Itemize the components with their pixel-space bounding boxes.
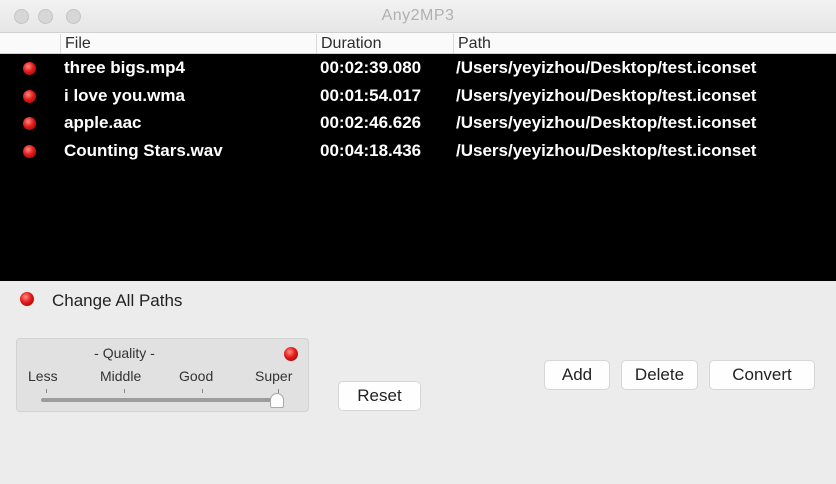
file-name-cell: three bigs.mp4 <box>64 58 185 77</box>
quality-label-middle: Middle <box>100 368 142 384</box>
column-header-path[interactable]: Path <box>453 34 491 53</box>
status-dot-icon <box>23 62 36 75</box>
file-name-cell: Counting Stars.wav <box>64 140 223 160</box>
duration-cell: 00:02:39.080 <box>320 58 422 77</box>
table-row[interactable]: three bigs.mp4 00:02:39.080 /Users/yeyiz… <box>0 54 836 82</box>
quality-label-good: Good <box>179 368 214 384</box>
quality-slider-track[interactable] <box>41 398 279 402</box>
reset-button[interactable]: Reset <box>338 381 421 411</box>
table-row[interactable]: Counting Stars.wav 00:04:18.436 /Users/y… <box>0 137 836 165</box>
file-table[interactable]: File Duration Path three bigs.mp4 00:02:… <box>0 33 836 281</box>
table-row[interactable]: apple.aac 00:02:46.626 /Users/yeyizhou/D… <box>0 109 836 137</box>
file-name-cell: apple.aac <box>64 113 142 132</box>
slider-tick <box>202 389 203 393</box>
add-button[interactable]: Add <box>544 360 610 390</box>
change-all-paths-label[interactable]: Change All Paths <box>52 291 182 311</box>
column-header-file[interactable]: File <box>60 34 91 53</box>
table-rows: three bigs.mp4 00:02:39.080 /Users/yeyiz… <box>0 54 836 164</box>
column-header-duration[interactable]: Duration <box>316 34 381 53</box>
file-name-cell: i love you.wma <box>64 85 185 105</box>
quality-label-super: Super <box>255 368 293 384</box>
path-cell: /Users/yeyizhou/Desktop/test.iconset <box>456 85 757 105</box>
quality-slider-thumb[interactable] <box>270 393 284 408</box>
status-dot-icon <box>23 89 36 103</box>
quality-panel: - Quality - Less Middle Good Super <box>16 338 309 412</box>
slider-tick <box>124 389 125 393</box>
quality-indicator-icon <box>284 347 298 361</box>
status-dot-icon <box>23 144 36 158</box>
delete-button[interactable]: Delete <box>621 360 698 390</box>
slider-tick <box>46 389 47 393</box>
path-cell: /Users/yeyizhou/Desktop/test.iconset <box>456 113 757 132</box>
window-title: Any2MP3 <box>381 7 455 24</box>
duration-cell: 00:04:18.436 <box>320 140 422 160</box>
quality-label-less: Less <box>28 368 58 384</box>
duration-cell: 00:02:46.626 <box>320 113 422 132</box>
path-cell: /Users/yeyizhou/Desktop/test.iconset <box>456 58 757 77</box>
path-cell: /Users/yeyizhou/Desktop/test.iconset <box>456 140 757 160</box>
duration-cell: 00:01:54.017 <box>320 85 422 105</box>
table-row[interactable]: i love you.wma 00:01:54.017 /Users/yeyiz… <box>0 82 836 110</box>
title-bar: Any2MP3 <box>0 0 836 33</box>
status-dot-icon <box>23 117 36 130</box>
table-header: File Duration Path <box>0 33 836 54</box>
convert-button[interactable]: Convert <box>709 360 815 390</box>
quality-title: - Quality - <box>94 345 155 361</box>
change-all-paths-indicator-icon[interactable] <box>20 292 34 306</box>
